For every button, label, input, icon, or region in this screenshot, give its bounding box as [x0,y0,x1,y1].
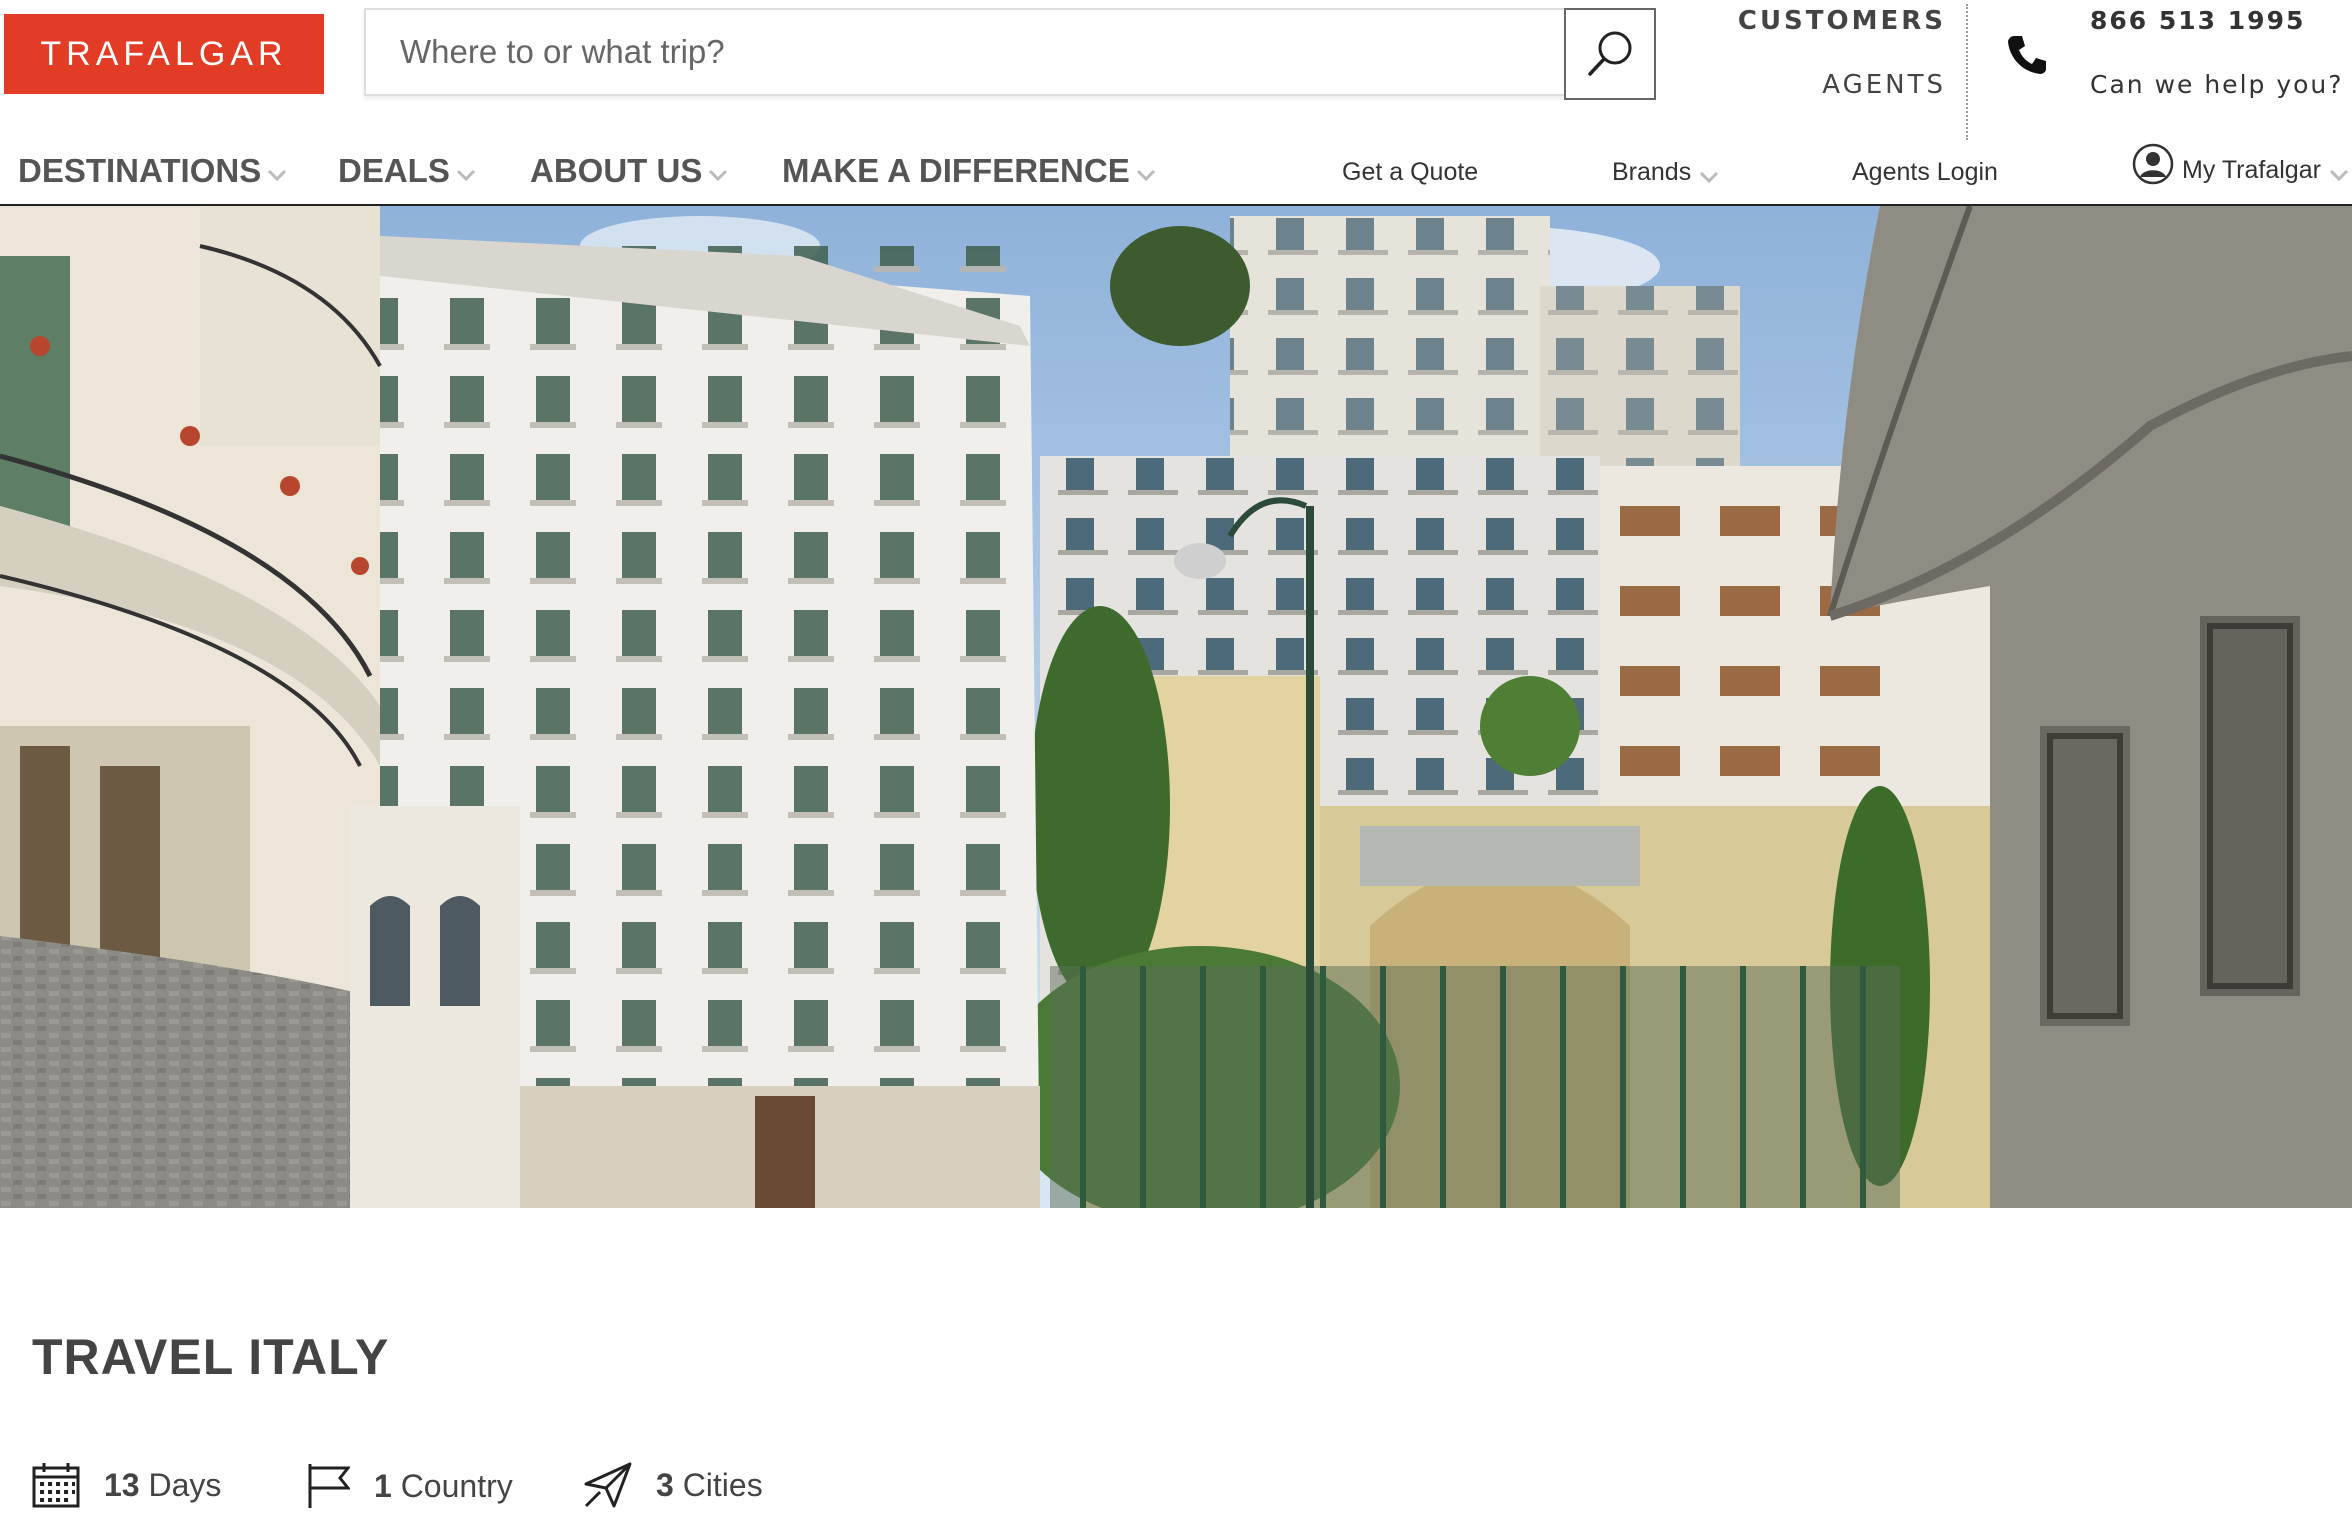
nav-brands[interactable]: Brands [1612,158,1719,187]
search-field[interactable] [364,8,1564,96]
days-value: 13 [104,1466,140,1503]
customers-link[interactable]: CUSTOMERS [1726,6,1946,36]
cities-value: 3 [656,1466,674,1503]
search-button[interactable] [1564,8,1656,100]
phone-icon [2006,32,2050,81]
countries-unit: Country [400,1467,513,1504]
chevron-down-icon [1700,171,1719,183]
nav-make-a-difference[interactable]: MAKE A DIFFERENCE [782,152,1156,190]
trip-countries: 1 Country [306,1462,513,1510]
search-icon [1588,31,1632,76]
chevron-down-icon [2329,169,2348,181]
agents-login-link[interactable]: Agents Login [1852,158,1998,187]
flag-icon [308,1464,350,1508]
nav-destinations[interactable]: DESTINATIONS [18,152,287,190]
nav-about-us[interactable]: ABOUT US [530,152,728,190]
user-icon [2132,143,2174,184]
chevron-down-icon [1136,169,1155,181]
countries-value: 1 [374,1467,392,1504]
trip-cities: 3 Cities [584,1462,763,1508]
my-trafalgar-label: My Trafalgar [2182,156,2321,184]
chevron-down-icon [709,169,728,181]
nav-destinations-label: DESTINATIONS [18,152,262,189]
phone-number[interactable]: 866 513 1995 [2090,6,2305,35]
header-divider [1966,4,1968,140]
days-text: 13 Days [104,1467,221,1504]
nav-deals-label: DEALS [338,152,450,189]
trip-title: TRAVEL ITALY [32,1329,390,1385]
days-unit: Days [148,1466,222,1503]
agents-login-label: Agents Login [1852,158,1998,186]
countries-text: 1 Country [374,1468,513,1505]
get-a-quote-link[interactable]: Get a Quote [1342,158,1478,187]
nav-brands-label: Brands [1612,158,1692,186]
hero-image [0,206,2352,1208]
cities-unit: Cities [682,1466,763,1503]
calendar-icon [32,1463,80,1508]
paper-plane-icon [584,1462,632,1508]
nav-make-a-difference-label: MAKE A DIFFERENCE [782,152,1130,189]
trafalgar-logo[interactable]: TRAFALGAR [4,14,324,94]
get-a-quote-label: Get a Quote [1342,158,1479,186]
search-input[interactable] [398,32,1564,72]
agents-link[interactable]: AGENTS [1726,70,1946,100]
my-trafalgar-link[interactable]: My Trafalgar [2132,142,2349,185]
cities-text: 3 Cities [656,1467,763,1504]
chevron-down-icon [268,169,287,181]
chevron-down-icon [456,169,475,181]
nav-deals[interactable]: DEALS [338,152,476,190]
help-text: Can we help you? [2090,70,2344,99]
nav-about-us-label: ABOUT US [530,152,703,189]
trip-days: 13 Days [32,1462,221,1508]
